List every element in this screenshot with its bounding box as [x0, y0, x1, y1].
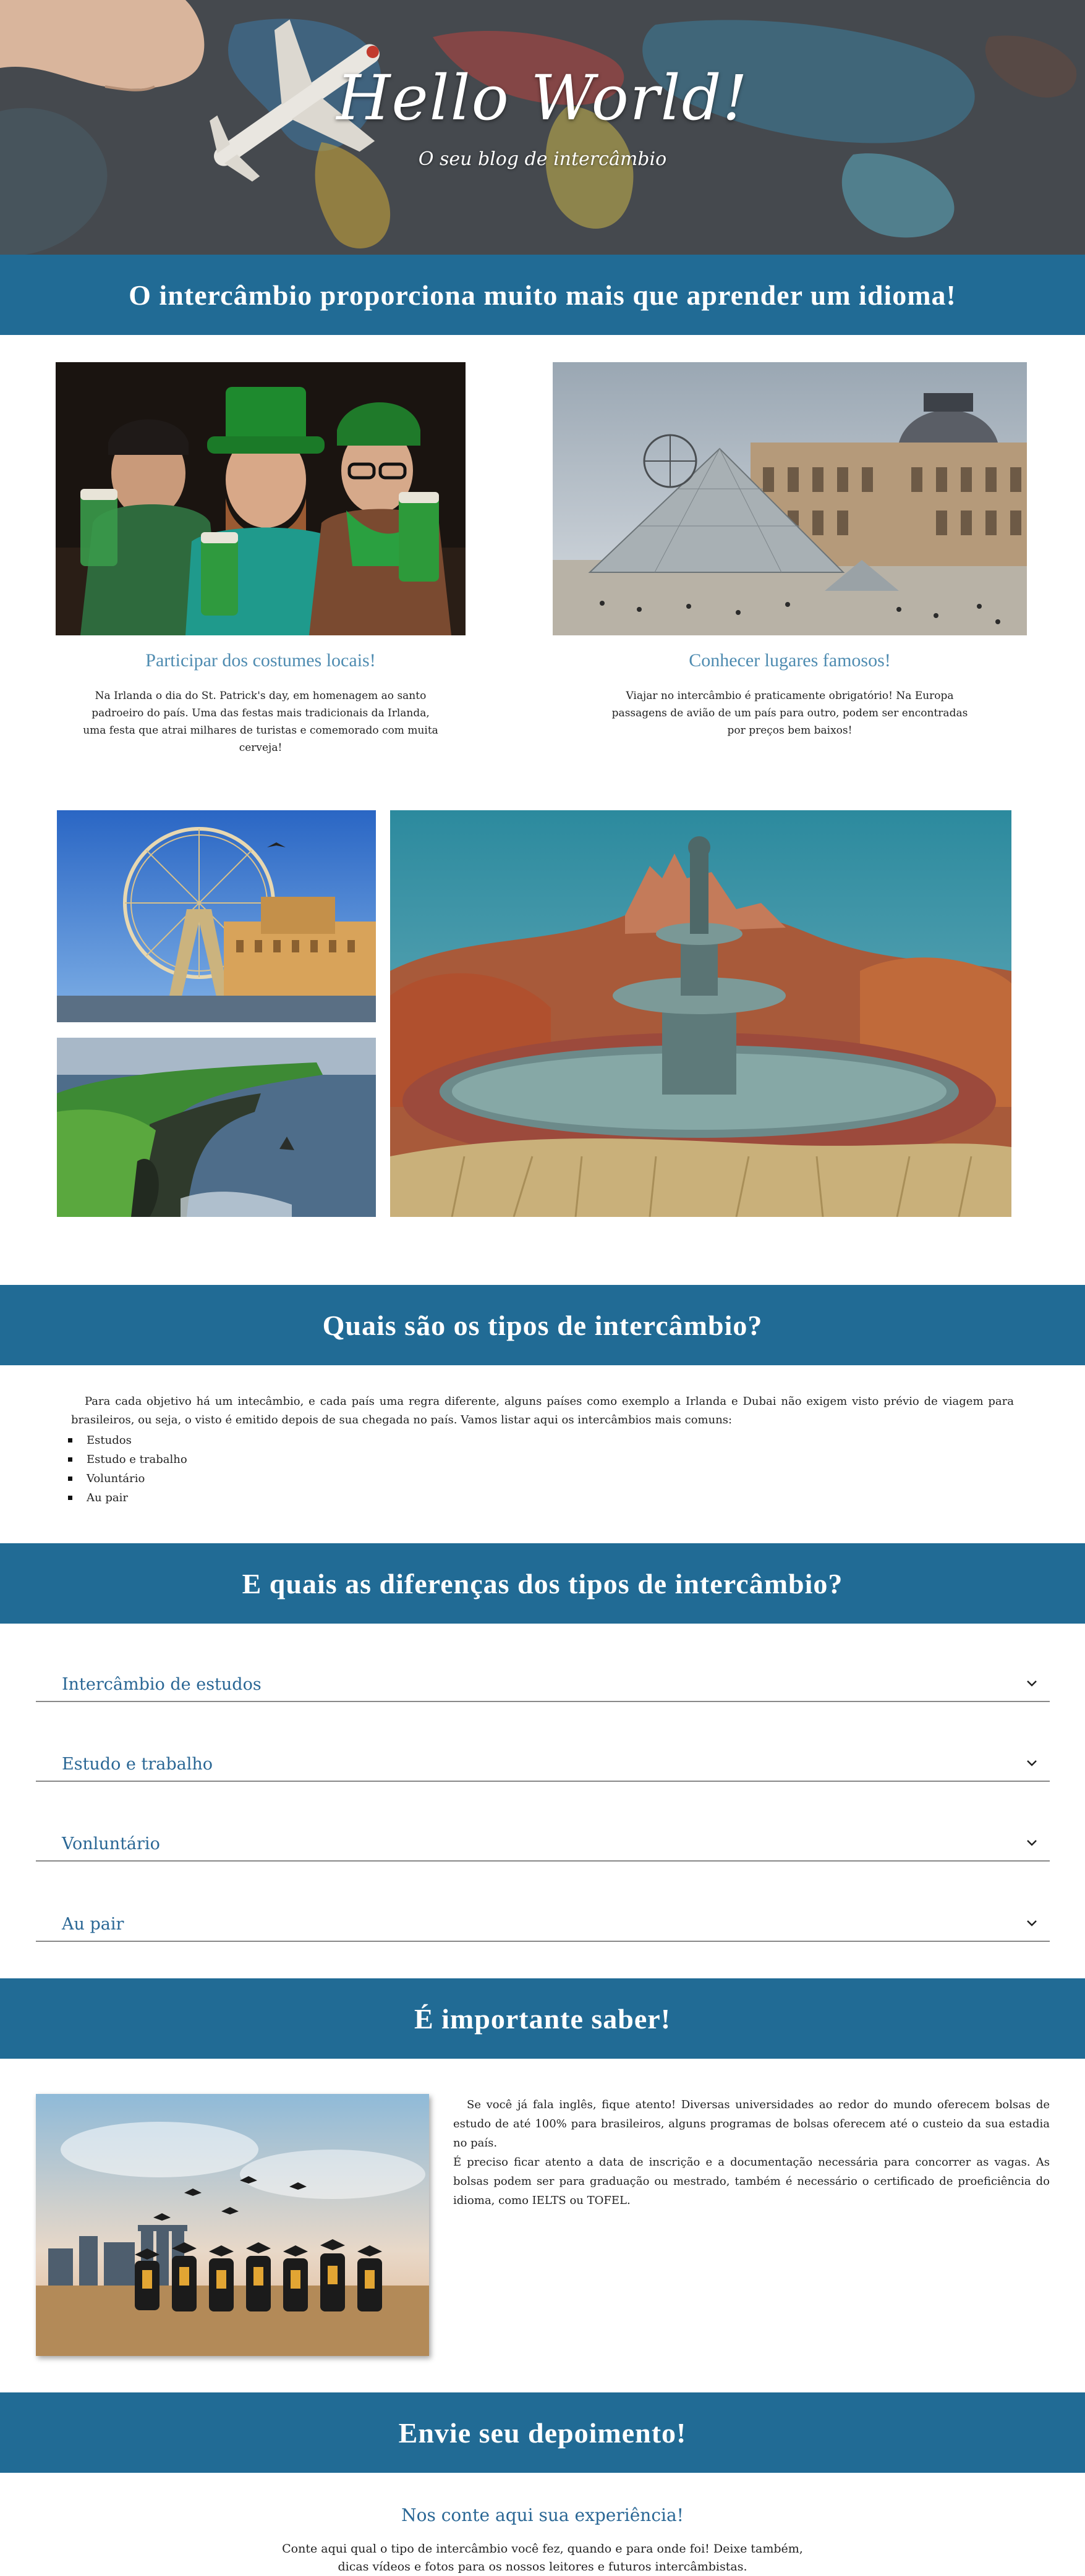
- card-title-famous-places: Conhecer lugares famosos!: [689, 650, 891, 671]
- section-banner-differences: E quais as diferenças dos tipos de inter…: [0, 1543, 1085, 1624]
- types-intro-text: Para cada objetivo há um intecâmbio, e c…: [71, 1392, 1014, 1430]
- accordion-item-study[interactable]: Intercâmbio de estudos: [36, 1659, 1050, 1702]
- chevron-down-icon: [1027, 1680, 1037, 1687]
- types-list: Estudos Estudo e trabalho Voluntário Au …: [68, 1431, 187, 1507]
- card-text-famous-places: Viajar no intercâmbio é praticamente obr…: [611, 690, 968, 737]
- section-banner-important: É importante saber!: [0, 1978, 1085, 2059]
- chevron-down-icon: [1027, 1920, 1037, 1926]
- list-item-label: Estudos: [87, 1434, 132, 1447]
- list-item-label: Au pair: [87, 1491, 128, 1504]
- section-banner-types: Quais são os tipos de intercâmbio?: [0, 1285, 1085, 1365]
- list-item-label: Estudo e trabalho: [87, 1453, 187, 1466]
- accordion-item-study-work[interactable]: Estudo e trabalho: [36, 1739, 1050, 1782]
- section-banner-intro: O intercâmbio proporciona muito mais que…: [0, 255, 1085, 335]
- important-paragraph-1: Se você já fala inglês, fique atento! Di…: [453, 2098, 1050, 2150]
- site-subtitle: O seu blog de intercâmbio: [418, 148, 667, 170]
- testimonial-text: Conte aqui qual o tipo de intercâmbio vo…: [282, 2542, 803, 2574]
- types-intro-content: Para cada objetivo há um intecâmbio, e c…: [71, 1395, 1014, 1426]
- hero-header: Hello World! O seu blog de intercâmbio: [0, 0, 1085, 255]
- important-paragraph-2: É preciso ficar atento a data de inscriç…: [453, 2156, 1050, 2207]
- important-text: Se você já fala inglês, fique atento! Di…: [453, 2095, 1050, 2210]
- edinburgh-fountain-photo: [390, 810, 1011, 1217]
- accordion-label: Estudo e trabalho: [62, 1755, 213, 1774]
- list-item: Estudos: [68, 1431, 187, 1450]
- accordion-item-au-pair[interactable]: Au pair: [36, 1899, 1050, 1942]
- testimonial-subheading: Nos conte aqui sua experiência!: [401, 2505, 684, 2525]
- site-title: Hello World!: [336, 62, 749, 134]
- list-item: Au pair: [68, 1488, 187, 1507]
- list-item: Estudo e trabalho: [68, 1450, 187, 1469]
- list-item: Voluntário: [68, 1469, 187, 1488]
- accordion-label: Intercâmbio de estudos: [62, 1675, 262, 1694]
- accordion-item-volunteer[interactable]: Vonluntário: [36, 1818, 1050, 1862]
- chevron-down-icon: [1027, 1760, 1037, 1766]
- louvre-photo: [553, 362, 1027, 635]
- card-text-local-customs: Na Irlanda o dia do St. Patrick's day, e…: [83, 690, 438, 754]
- st-patricks-photo: [56, 362, 466, 635]
- section-banner-testimonial: Envie seu depoimento!: [0, 2392, 1085, 2473]
- chevron-down-icon: [1027, 1840, 1037, 1846]
- graduation-photo: [36, 2094, 429, 2356]
- accordion-label: Au pair: [62, 1915, 124, 1934]
- list-item-label: Voluntário: [87, 1472, 145, 1485]
- cliffs-photo: [57, 1038, 376, 1217]
- london-eye-photo: [57, 810, 376, 1022]
- card-title-local-customs: Participar dos costumes locais!: [145, 650, 376, 671]
- accordion-label: Vonluntário: [62, 1834, 160, 1854]
